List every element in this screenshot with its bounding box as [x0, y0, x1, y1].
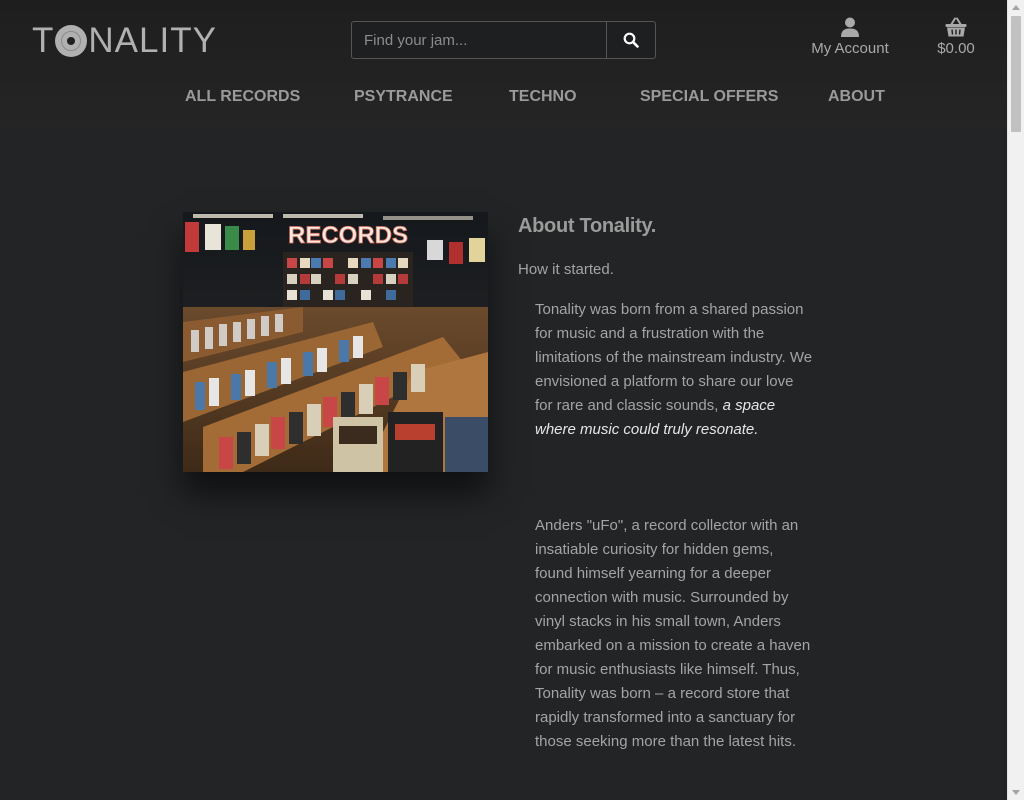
user-icon: [841, 17, 859, 37]
logo-text: NALITY: [88, 21, 217, 60]
record-store-photo: RECORDS: [183, 212, 488, 472]
vinyl-disc-icon: [55, 25, 88, 57]
search-icon: [623, 32, 639, 48]
about-subtitle: How it started.: [518, 261, 614, 278]
about-title: About Tonality.: [518, 215, 657, 237]
cart-link[interactable]: $0.00: [930, 17, 982, 57]
nav-techno[interactable]: TECHNO: [509, 88, 577, 106]
nav-about[interactable]: ABOUT: [828, 88, 885, 106]
site-header: T NALITY My Account $0.00 AL: [0, 0, 1007, 128]
nav-psytrance[interactable]: PSYTRANCE: [354, 88, 453, 106]
records-sign: RECORDS: [288, 222, 408, 249]
about-paragraph-2: Anders "uFo", a record collector with an…: [535, 517, 811, 750]
scrollbar-thumb[interactable]: [1011, 16, 1021, 132]
site-logo[interactable]: T NALITY: [32, 21, 217, 61]
main-nav: ALL RECORDS PSYTRANCE TECHNO SPECIAL OFF…: [0, 88, 1007, 112]
page-scrollbar[interactable]: [1007, 0, 1024, 800]
search-input[interactable]: [352, 22, 606, 58]
my-account-label: My Account: [811, 40, 889, 57]
nav-special-offers[interactable]: SPECIAL OFFERS: [640, 88, 778, 106]
basket-icon: [945, 17, 967, 37]
scroll-down-arrow-icon[interactable]: [1012, 790, 1020, 795]
scroll-up-arrow-icon[interactable]: [1012, 5, 1020, 10]
cart-total: $0.00: [937, 40, 975, 57]
my-account-link[interactable]: My Account: [806, 17, 894, 57]
nav-all-records[interactable]: ALL RECORDS: [185, 88, 300, 106]
logo-letter: T: [32, 21, 55, 60]
search-form: [351, 21, 656, 59]
about-paragraph-1: Tonality was born from a shared passion …: [535, 298, 815, 442]
search-button[interactable]: [606, 22, 655, 58]
